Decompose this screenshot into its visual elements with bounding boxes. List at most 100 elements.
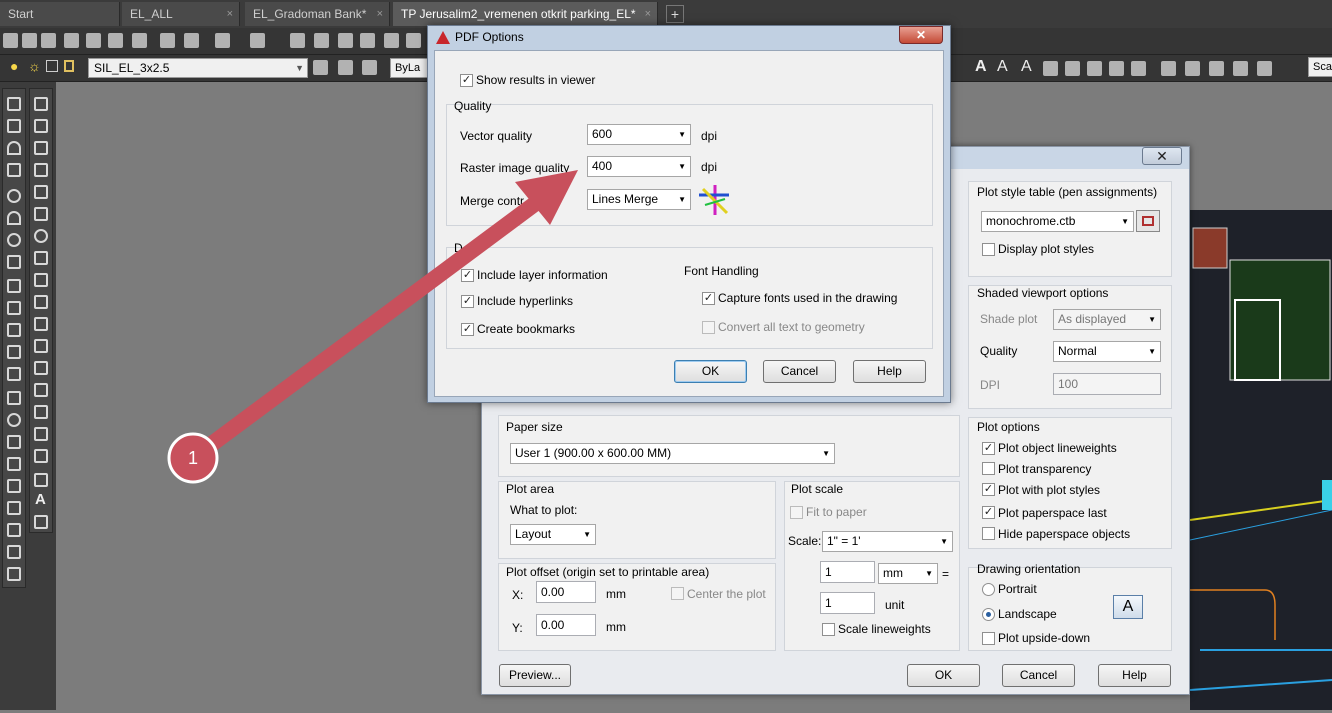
drawing-canvas[interactable] xyxy=(1189,210,1332,710)
lock-icon[interactable] xyxy=(64,60,74,72)
scale-dropdown[interactable]: Scal xyxy=(1308,57,1332,77)
publish-icon[interactable] xyxy=(108,33,123,48)
add-selected-icon[interactable] xyxy=(34,515,48,529)
raster-quality-select[interactable]: 400 ▼ xyxy=(587,156,691,177)
layer-dropdown[interactable]: SIL_EL_3x2.5 ▼ xyxy=(88,58,308,78)
plot-styles-checkbox[interactable]: ✓ xyxy=(982,483,995,496)
scale-icon[interactable] xyxy=(34,251,48,265)
paperspace-last-checkbox[interactable]: ✓ xyxy=(982,506,995,519)
add-tab-button[interactable]: + xyxy=(666,5,684,23)
close-tab-icon[interactable]: × xyxy=(227,2,233,26)
erase-icon[interactable] xyxy=(34,97,48,111)
plot-transparency-checkbox[interactable] xyxy=(982,462,995,475)
block-icon[interactable] xyxy=(1185,61,1200,76)
region-icon[interactable] xyxy=(1257,61,1272,76)
circle-2-icon[interactable] xyxy=(7,233,21,247)
find-icon[interactable] xyxy=(1043,61,1058,76)
quality-select[interactable]: Normal ▼ xyxy=(1053,341,1161,362)
include-layer-checkbox[interactable]: ✓ xyxy=(461,269,474,282)
sun-icon[interactable]: ☼ xyxy=(28,58,41,76)
join-icon[interactable] xyxy=(34,361,48,375)
3d-dwf-icon[interactable] xyxy=(132,33,147,48)
array-icon[interactable] xyxy=(34,185,48,199)
tab-start[interactable]: Start xyxy=(0,2,120,26)
plot-dialog-close-button[interactable]: ✕ xyxy=(1142,147,1182,165)
redo-icon[interactable] xyxy=(250,33,265,48)
hide-paperspace-checkbox[interactable] xyxy=(982,527,995,540)
plot-lineweights-checkbox[interactable]: ✓ xyxy=(982,442,995,455)
plot-ok-button[interactable]: OK xyxy=(907,664,980,687)
pdf-ok-button[interactable]: OK xyxy=(674,360,747,383)
tool-palette-icon[interactable] xyxy=(384,33,399,48)
arc-icon[interactable] xyxy=(7,141,21,155)
rotate-icon[interactable] xyxy=(34,229,48,243)
plot-icon[interactable] xyxy=(64,33,79,48)
scale-lineweights-checkbox[interactable] xyxy=(822,623,835,636)
plot-cancel-button[interactable]: Cancel xyxy=(1002,664,1075,687)
mtext-icon[interactable]: A xyxy=(35,491,46,508)
cut-icon[interactable] xyxy=(160,33,175,48)
edit-icon[interactable] xyxy=(7,479,21,493)
edit-plot-style-button[interactable] xyxy=(1136,210,1160,232)
region-tool-icon[interactable] xyxy=(34,449,48,463)
dim-ordinate-icon[interactable] xyxy=(7,367,21,381)
vector-quality-select[interactable]: 600 ▼ xyxy=(587,124,691,145)
spell-check-icon[interactable] xyxy=(1065,61,1080,76)
close-tab-icon[interactable]: × xyxy=(377,2,383,26)
scale-text-icon[interactable] xyxy=(1087,61,1102,76)
plot-style-select[interactable]: monochrome.ctb ▼ xyxy=(981,211,1134,232)
tab-jerusalim[interactable]: TP Jerusalim2_vremenen otkrit parking_EL… xyxy=(393,2,658,26)
make-current-icon[interactable] xyxy=(338,60,353,75)
point-icon[interactable] xyxy=(7,413,21,427)
dim-continue-icon[interactable] xyxy=(7,345,21,359)
table-icon[interactable] xyxy=(1161,61,1176,76)
close-tab-icon[interactable]: × xyxy=(645,2,651,26)
text-tool-icon[interactable] xyxy=(7,501,21,515)
construction-line-icon[interactable] xyxy=(7,119,21,133)
convert-space-icon[interactable] xyxy=(1131,61,1146,76)
copy-icon[interactable] xyxy=(34,119,48,133)
upside-down-checkbox[interactable] xyxy=(982,632,995,645)
fillet-icon[interactable] xyxy=(34,405,48,419)
preview-button[interactable]: Preview... xyxy=(499,664,571,687)
edit-text-icon[interactable]: A xyxy=(1021,58,1032,76)
move-icon[interactable] xyxy=(34,207,48,221)
pdf-dialog-close-button[interactable]: ✕ xyxy=(899,26,943,44)
dim-baseline-icon[interactable] xyxy=(7,323,21,337)
break-icon[interactable] xyxy=(34,339,48,353)
new-icon[interactable] xyxy=(3,33,18,48)
dim-aligned-icon[interactable] xyxy=(7,301,21,315)
text-style-icon[interactable]: A xyxy=(975,58,987,76)
scale-unit-select[interactable]: mm ▼ xyxy=(878,563,938,584)
dim-style-icon[interactable] xyxy=(7,523,21,537)
zoom-icon[interactable] xyxy=(314,33,329,48)
polygon-icon[interactable] xyxy=(7,255,21,269)
open-icon[interactable] xyxy=(22,33,37,48)
arc-3point-icon[interactable] xyxy=(7,211,21,225)
dim-linear-icon[interactable] xyxy=(7,279,21,293)
tab-el-all[interactable]: EL_ALL × xyxy=(122,2,240,26)
design-center-icon[interactable] xyxy=(360,33,375,48)
match-prop-icon[interactable] xyxy=(184,33,199,48)
insert-block-icon[interactable] xyxy=(7,391,21,405)
dim-update-icon[interactable] xyxy=(7,567,21,581)
paper-size-select[interactable]: User 1 (900.00 x 600.00 MM) ▼ xyxy=(510,443,835,464)
lightbulb-icon[interactable]: ● xyxy=(10,58,22,76)
undo-icon[interactable] xyxy=(215,33,230,48)
scale-select[interactable]: 1" = 1' ▼ xyxy=(822,531,953,552)
layer-properties-icon[interactable] xyxy=(313,60,328,75)
color-dropdown[interactable]: ByLa xyxy=(390,58,430,78)
line-icon[interactable] xyxy=(7,97,21,111)
hatch-icon[interactable] xyxy=(1209,61,1224,76)
explode-icon[interactable] xyxy=(34,427,48,441)
layer-previous-icon[interactable] xyxy=(362,60,377,75)
x-offset-field[interactable]: 0.00 xyxy=(536,581,596,603)
portrait-radio[interactable] xyxy=(982,583,995,596)
justify-text-icon[interactable] xyxy=(1109,61,1124,76)
hatch-tool-icon[interactable] xyxy=(7,435,21,449)
properties-icon[interactable] xyxy=(338,33,353,48)
landscape-radio[interactable] xyxy=(982,608,995,621)
capture-fonts-checkbox[interactable]: ✓ xyxy=(702,292,715,305)
mirror-icon[interactable] xyxy=(34,141,48,155)
circle-icon[interactable] xyxy=(7,189,21,203)
